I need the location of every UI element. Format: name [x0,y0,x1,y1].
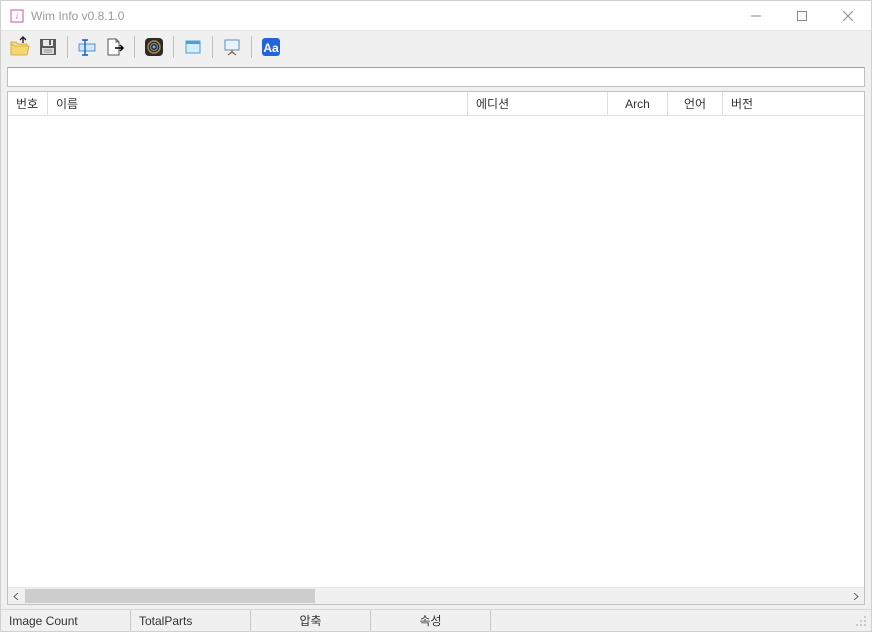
column-header-number[interactable]: 번호 [8,92,48,115]
list-view: 번호 이름 에디션 Arch 언어 버전 [7,91,865,605]
floppy-save-icon [38,37,58,57]
resize-grip-icon [853,613,867,627]
presentation-button[interactable] [219,34,245,60]
rename-button[interactable] [74,34,100,60]
window-tool-button[interactable] [180,34,206,60]
app-icon: i [9,8,25,24]
presentation-screen-icon [222,37,242,57]
scrollbar-track[interactable] [25,588,847,604]
column-header-edition[interactable]: 에디션 [468,92,608,115]
maximize-button[interactable] [779,1,825,30]
toolbar-separator [212,36,213,58]
window-controls [733,1,871,30]
path-input[interactable] [7,67,865,87]
status-attributes: 속성 [371,610,491,631]
status-total-parts: TotalParts [131,610,251,631]
chevron-left-icon [13,593,20,600]
close-button[interactable] [825,1,871,30]
lens-tool-button[interactable] [141,34,167,60]
scroll-right-button[interactable] [847,588,864,604]
window-icon [183,37,203,57]
status-image-count: Image Count [1,610,131,631]
camera-lens-icon [143,36,165,58]
save-button[interactable] [35,34,61,60]
column-header-name[interactable]: 이름 [48,92,468,115]
status-bar: Image Count TotalParts 압축 속성 [1,609,871,631]
column-header-version[interactable]: 버전 [723,92,864,115]
scroll-left-button[interactable] [8,588,25,604]
toolbar-separator [67,36,68,58]
list-body[interactable] [8,116,864,587]
column-header-language[interactable]: 언어 [668,92,723,115]
title-bar: i Wim Info v0.8.1.0 [1,1,871,31]
toolbar-separator [173,36,174,58]
status-compression: 압축 [251,610,371,631]
scrollbar-thumb[interactable] [25,589,315,603]
window-title: Wim Info v0.8.1.0 [31,9,733,23]
chevron-right-icon [852,593,859,600]
toolbar-separator [134,36,135,58]
document-export-icon [104,36,126,58]
svg-text:i: i [16,11,19,21]
column-header-arch[interactable]: Arch [608,92,668,115]
toolbar: Aa [1,31,871,63]
list-header: 번호 이름 에디션 Arch 언어 버전 [8,92,864,116]
svg-text:Aa: Aa [263,41,279,55]
text-cursor-icon [76,36,98,58]
font-aa-icon: Aa [260,36,282,58]
folder-open-icon [9,36,31,58]
toolbar-separator [251,36,252,58]
resize-grip[interactable] [853,613,869,629]
export-button[interactable] [102,34,128,60]
open-button[interactable] [7,34,33,60]
font-button[interactable]: Aa [258,34,284,60]
minimize-button[interactable] [733,1,779,30]
horizontal-scrollbar [8,587,864,604]
